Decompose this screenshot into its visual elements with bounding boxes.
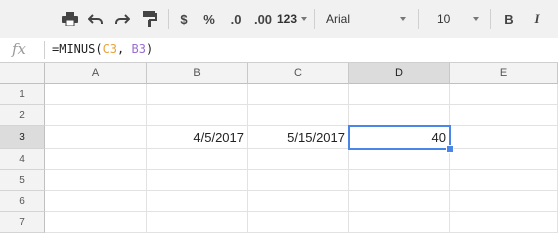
cell-c5[interactable] (248, 170, 349, 191)
row-header-3[interactable]: 3 (0, 126, 45, 149)
cell-c7[interactable] (248, 212, 349, 233)
cell-a1[interactable] (45, 84, 147, 105)
formula-separator: , (117, 42, 132, 56)
increase-decimal-label: .00 (253, 11, 273, 27)
cell-e4[interactable] (450, 149, 558, 170)
cell-e5[interactable] (450, 170, 558, 191)
cell-d7[interactable] (349, 212, 450, 233)
more-formats-dropdown[interactable]: 123 (277, 7, 311, 31)
cell-b4[interactable] (147, 149, 248, 170)
row-header-4[interactable]: 4 (0, 149, 45, 170)
cell-b1[interactable] (147, 84, 248, 105)
decrease-decimal-button[interactable]: .0 (224, 7, 248, 31)
cell-a2[interactable] (45, 105, 147, 126)
formula-input[interactable]: =MINUS(C3, B3) (52, 42, 153, 56)
cell-c2[interactable] (248, 105, 349, 126)
chevron-down-icon (400, 17, 406, 21)
print-icon[interactable] (58, 7, 82, 31)
column-header-d[interactable]: D (349, 63, 450, 84)
toolbar-separator (314, 9, 315, 29)
font-size-dropdown[interactable]: 10 (437, 7, 483, 31)
percent-format-button[interactable]: % (200, 7, 218, 31)
cell-a6[interactable] (45, 191, 147, 212)
cell-a4[interactable] (45, 149, 147, 170)
column-header-a[interactable]: A (45, 63, 147, 84)
row-header-1[interactable]: 1 (0, 84, 45, 105)
cell-b6[interactable] (147, 191, 248, 212)
cell-b2[interactable] (147, 105, 248, 126)
more-formats-label: 123 (277, 12, 298, 26)
toolbar-separator (168, 9, 169, 29)
formula-prefix: =MINUS( (52, 42, 103, 56)
row-header-5[interactable]: 5 (0, 170, 45, 191)
toolbar-separator (418, 9, 419, 29)
cell-b7[interactable] (147, 212, 248, 233)
select-all-corner[interactable] (0, 63, 45, 84)
increase-decimal-button[interactable]: .00 (250, 7, 276, 31)
font-family-dropdown[interactable]: Arial (326, 7, 410, 31)
chevron-down-icon (301, 17, 307, 21)
redo-icon[interactable] (110, 7, 134, 31)
cell-a3[interactable] (45, 126, 147, 149)
row-header-7[interactable]: 7 (0, 212, 45, 233)
column-header-b[interactable]: B (147, 63, 248, 84)
row-header-6[interactable]: 6 (0, 191, 45, 212)
row-header-2[interactable]: 2 (0, 105, 45, 126)
formula-ref-b3: B3 (131, 42, 146, 56)
italic-button[interactable]: I (528, 7, 546, 31)
fill-handle[interactable] (446, 145, 454, 153)
formula-ref-c3: C3 (102, 42, 118, 56)
cell-e3[interactable] (450, 126, 558, 149)
toolbar-left-area (0, 0, 36, 38)
cell-c6[interactable] (248, 191, 349, 212)
cell-d2[interactable] (349, 105, 450, 126)
cell-e2[interactable] (450, 105, 558, 126)
column-header-e[interactable]: E (450, 63, 558, 84)
bold-button[interactable]: B (500, 7, 518, 31)
cell-c1[interactable] (248, 84, 349, 105)
formula-bar: fx =MINUS(C3, B3) (0, 38, 558, 63)
column-header-c[interactable]: C (248, 63, 349, 84)
font-size-value: 10 (437, 12, 451, 26)
formula-suffix: ) (145, 42, 154, 56)
cell-e1[interactable] (450, 84, 558, 105)
spreadsheet-grid: A B C D E 1 2 3 4 5 6 7 4/5/2017 5/15/20… (0, 63, 558, 233)
cell-d5[interactable] (349, 170, 450, 191)
cell-d6[interactable] (349, 191, 450, 212)
decrease-decimal-label: .0 (230, 11, 242, 27)
cell-c4[interactable] (248, 149, 349, 170)
cell-d1[interactable] (349, 84, 450, 105)
cell-c3[interactable]: 5/15/2017 (248, 126, 349, 149)
formula-bar-separator (44, 41, 45, 59)
toolbar-separator (490, 9, 491, 29)
cell-b5[interactable] (147, 170, 248, 191)
cell-e7[interactable] (450, 212, 558, 233)
cell-d3[interactable]: 40 (348, 125, 451, 150)
chevron-down-icon (473, 17, 479, 21)
paint-format-icon[interactable] (138, 7, 162, 31)
currency-format-button[interactable]: $ (175, 7, 193, 31)
undo-icon[interactable] (84, 7, 108, 31)
toolbar: $ % .0 .00 123 Arial 10 B I (0, 0, 558, 39)
cell-a5[interactable] (45, 170, 147, 191)
cell-a7[interactable] (45, 212, 147, 233)
font-family-value: Arial (326, 12, 351, 26)
cell-d4[interactable] (349, 149, 450, 170)
cell-b3[interactable]: 4/5/2017 (147, 126, 248, 149)
cell-e6[interactable] (450, 191, 558, 212)
fx-icon: fx (12, 40, 27, 58)
